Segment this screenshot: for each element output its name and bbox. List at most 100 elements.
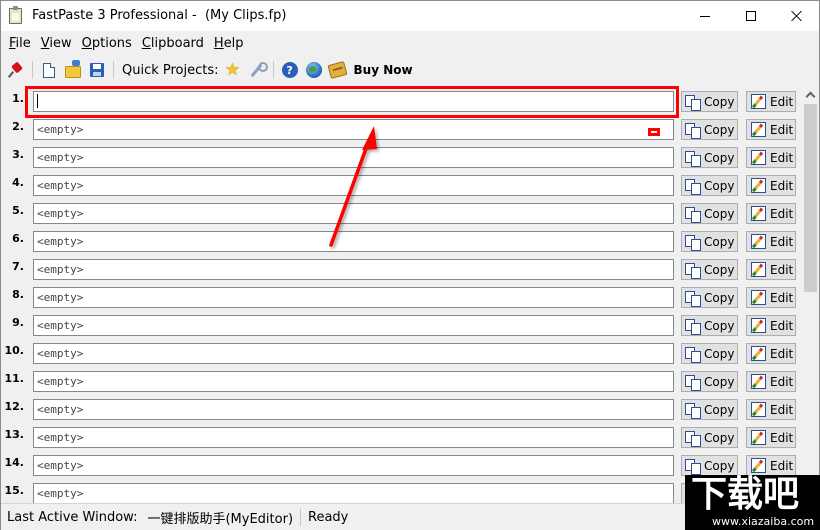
copy-button[interactable]: Copy — [681, 259, 738, 280]
menu-options[interactable]: Options — [77, 31, 137, 56]
star-icon: ★ — [224, 59, 241, 80]
copy-button[interactable]: Copy — [681, 175, 738, 196]
app-window: FastPaste 3 Professional - (My Clips.fp)… — [0, 0, 820, 530]
close-icon — [791, 10, 803, 22]
edit-button[interactable]: Edit — [746, 231, 796, 252]
copy-button[interactable]: Copy — [681, 91, 738, 112]
edit-button[interactable]: Edit — [746, 259, 796, 280]
quick-projects-button[interactable]: ★ — [223, 60, 243, 80]
menu-help[interactable]: Help — [209, 31, 249, 56]
clip-row: 9. <empty> Copy Edit — [1, 310, 801, 338]
vertical-scrollbar[interactable] — [802, 86, 819, 503]
copy-label: Copy — [704, 290, 735, 305]
edit-pencil-icon — [751, 206, 766, 221]
edit-button[interactable]: Edit — [746, 91, 796, 112]
buy-now-button[interactable]: Buy Now — [354, 63, 413, 77]
copy-label: Copy — [704, 318, 735, 333]
copy-button[interactable]: Copy — [681, 147, 738, 168]
copy-button[interactable]: Copy — [681, 455, 738, 476]
maximize-button[interactable] — [728, 1, 774, 31]
title-bar: FastPaste 3 Professional - (My Clips.fp) — [1, 1, 819, 31]
copy-button[interactable]: Copy — [681, 371, 738, 392]
edit-label: Edit — [770, 234, 794, 249]
scroll-thumb[interactable] — [804, 104, 817, 292]
copy-button[interactable]: Copy — [681, 231, 738, 252]
menu-label-rest: ile — [15, 36, 31, 51]
edit-button[interactable]: Edit — [746, 455, 796, 476]
clip-text-field[interactable]: <empty> — [33, 259, 674, 280]
edit-button[interactable]: Edit — [746, 427, 796, 448]
edit-button[interactable]: Edit — [746, 287, 796, 308]
clip-text-field[interactable]: <empty> — [33, 343, 674, 364]
menu-clipboard[interactable]: Clipboard — [137, 31, 209, 56]
edit-label: Edit — [770, 122, 794, 137]
edit-label: Edit — [770, 402, 794, 417]
pin-button[interactable] — [6, 60, 26, 80]
settings-button[interactable] — [247, 60, 268, 80]
copy-button[interactable]: Copy — [681, 399, 738, 420]
clip-text-field[interactable]: <empty> — [33, 455, 674, 476]
open-button[interactable] — [63, 60, 83, 80]
clip-number: 4. — [12, 176, 24, 189]
scroll-up-button[interactable] — [802, 86, 819, 103]
clip-text: <empty> — [37, 403, 84, 416]
clip-text-field[interactable]: <empty> — [33, 119, 674, 140]
copy-label: Copy — [704, 94, 735, 109]
copy-button[interactable]: Copy — [681, 203, 738, 224]
menu-label-rest: elp — [223, 36, 244, 51]
clip-text-field[interactable]: <empty> — [33, 483, 674, 503]
website-button[interactable] — [304, 60, 324, 80]
copy-icon — [685, 94, 701, 111]
edit-pencil-icon — [751, 458, 766, 473]
close-button[interactable] — [774, 1, 820, 31]
copy-button[interactable]: Copy — [681, 287, 738, 308]
edit-button[interactable]: Edit — [746, 119, 796, 140]
clip-list: 1. Copy Edit 2. <empty> Copy Edit 3. <empty> Copy… — [1, 86, 801, 503]
clip-row: 7. <empty> Copy Edit — [1, 254, 801, 282]
menu-mnemonic: H — [213, 36, 224, 51]
edit-button[interactable]: Edit — [746, 175, 796, 196]
copy-label: Copy — [704, 206, 735, 221]
copy-button[interactable]: Copy — [681, 119, 738, 140]
clip-row: 12. <empty> Copy Edit — [1, 394, 801, 422]
clip-text-field[interactable]: <empty> — [33, 399, 674, 420]
clip-text-field[interactable]: <empty> — [33, 371, 674, 392]
edit-button[interactable]: Edit — [746, 315, 796, 336]
copy-icon — [685, 290, 701, 307]
annotation-mini-marker — [648, 128, 660, 136]
clip-text-field[interactable]: <empty> — [33, 231, 674, 252]
pushpin-icon — [9, 63, 23, 77]
copy-label: Copy — [704, 458, 735, 473]
edit-label: Edit — [770, 374, 794, 389]
clip-text-field[interactable]: <empty> — [33, 203, 674, 224]
edit-button[interactable]: Edit — [746, 147, 796, 168]
edit-button[interactable]: Edit — [746, 399, 796, 420]
clip-text-field[interactable]: <empty> — [33, 315, 674, 336]
new-button[interactable] — [39, 60, 59, 80]
menu-view[interactable]: View — [36, 31, 77, 56]
copy-button[interactable]: Copy — [681, 343, 738, 364]
edit-button[interactable]: Edit — [746, 203, 796, 224]
copy-button[interactable]: Copy — [681, 315, 738, 336]
clip-text-field[interactable]: <empty> — [33, 147, 674, 168]
menu-file[interactable]: File — [4, 31, 36, 56]
save-button[interactable] — [87, 60, 107, 80]
minimize-button[interactable] — [682, 1, 728, 31]
edit-button[interactable]: Edit — [746, 343, 796, 364]
copy-label: Copy — [704, 430, 735, 445]
buy-now-icon-button[interactable] — [327, 60, 348, 80]
edit-pencil-icon — [751, 94, 766, 109]
watermark-text: 下载吧 — [691, 474, 800, 515]
edit-button[interactable]: Edit — [746, 371, 796, 392]
edit-pencil-icon — [751, 430, 766, 445]
clip-text-field[interactable]: <empty> — [33, 175, 674, 196]
clip-number: 11. — [4, 372, 25, 385]
clip-number: 9. — [12, 316, 24, 329]
new-file-icon — [43, 62, 55, 78]
clip-text-field[interactable] — [33, 91, 674, 112]
help-button[interactable]: ? — [280, 60, 300, 80]
copy-icon — [685, 430, 701, 447]
copy-button[interactable]: Copy — [681, 427, 738, 448]
clip-text-field[interactable]: <empty> — [33, 287, 674, 308]
clip-text-field[interactable]: <empty> — [33, 427, 674, 448]
